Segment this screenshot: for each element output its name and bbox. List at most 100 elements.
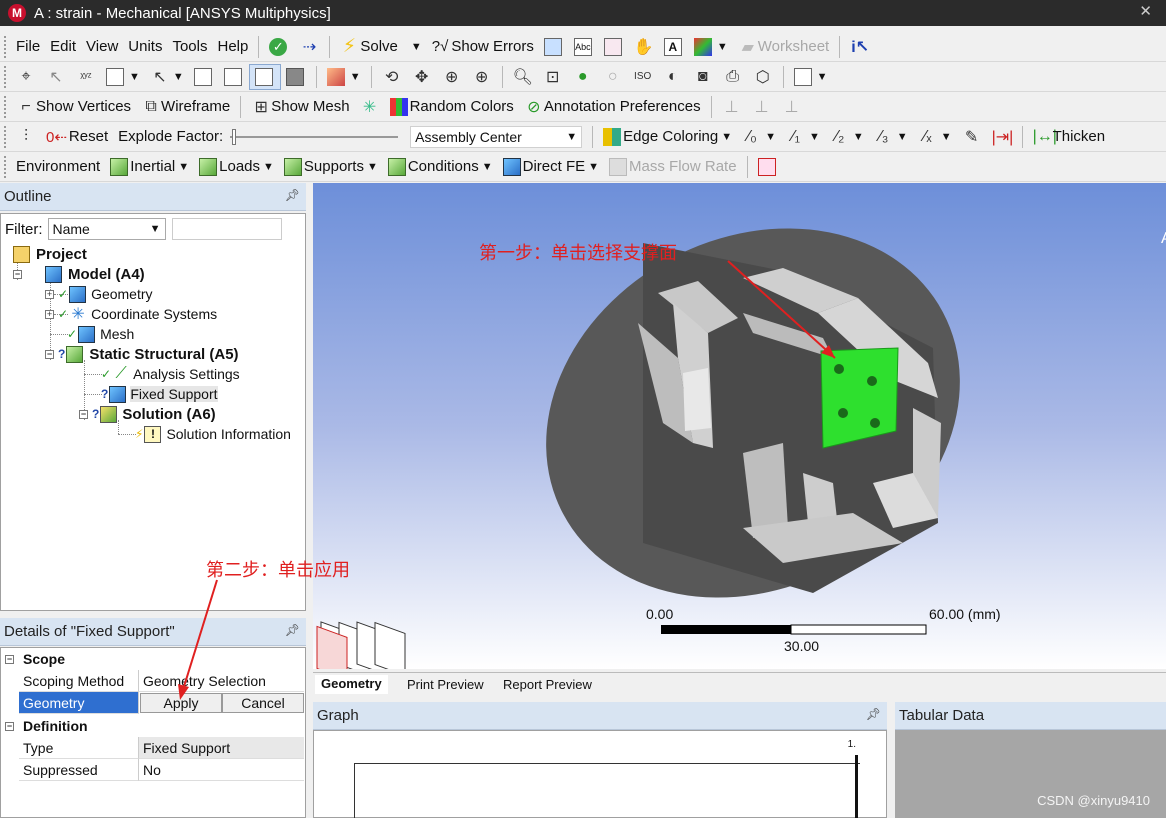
tree-item-mesh[interactable]: ✓ Mesh xyxy=(67,324,134,344)
tree-arrow-button[interactable]: ⇢ xyxy=(294,34,324,60)
hide-button[interactable]: ◐ xyxy=(658,64,688,90)
info-button[interactable]: i↖ xyxy=(845,34,875,60)
pin-button[interactable]: ✎ xyxy=(957,124,987,150)
axis-button-3[interactable]: ⊥ xyxy=(777,94,807,120)
menu-file[interactable]: File xyxy=(11,34,45,60)
reset-button[interactable]: 0⇠ Reset xyxy=(41,124,113,150)
zoom-button[interactable]: ⊕ xyxy=(437,64,467,90)
insert-table-button[interactable] xyxy=(539,34,569,60)
show-vertices-button[interactable]: ⌐ Show Vertices xyxy=(11,94,136,120)
axis-button-2[interactable]: ⊥ xyxy=(747,94,777,120)
spell-check-button[interactable]: Abc xyxy=(569,34,599,60)
extend-select-button[interactable]: ▼ xyxy=(322,64,366,90)
close-icon[interactable]: ✕ xyxy=(1139,2,1152,20)
viewport-button[interactable]: ▼ xyxy=(789,64,833,90)
edge-coloring-button[interactable]: Edge Coloring ▼ xyxy=(598,124,737,150)
tree-item-static-structural[interactable]: − ? Static Structural (A5) xyxy=(45,344,239,364)
details-section-definition[interactable]: − Definition xyxy=(1,715,307,737)
collapse-icon[interactable]: − xyxy=(5,721,14,731)
tab-print-preview[interactable]: Print Preview xyxy=(401,675,490,694)
select-mode-button[interactable]: ⌖ xyxy=(11,64,41,90)
collapse-icon[interactable]: − xyxy=(13,269,22,279)
edge-style-x-button[interactable]: ∕ₓ ▼ xyxy=(913,124,957,150)
chart-button[interactable] xyxy=(599,34,629,60)
explode-factor-slider[interactable] xyxy=(230,127,399,147)
zoom-fit-button[interactable]: 🔍︎ xyxy=(508,64,538,90)
random-colors-button[interactable]: Random Colors xyxy=(385,94,519,120)
face-filter-button[interactable] xyxy=(248,63,281,90)
tree-item-fixed-support[interactable]: ? Fixed Support xyxy=(101,384,218,404)
mass-flow-rate-button[interactable]: Mass Flow Rate xyxy=(604,154,742,180)
explode-button[interactable]: ⫶ xyxy=(11,124,41,150)
tree-item-solution-information[interactable]: ⚡ ! Solution Information xyxy=(135,424,291,444)
show-mesh-button[interactable]: ⊞ Show Mesh xyxy=(246,94,354,120)
menu-units[interactable]: Units xyxy=(123,34,167,60)
camera-button[interactable]: ◙ xyxy=(688,64,718,90)
edge-style-2-button[interactable]: ∕₂ ▼ xyxy=(825,124,869,150)
pin-icon[interactable]: 📌︎ xyxy=(866,707,881,721)
pin-icon[interactable]: 📌︎ xyxy=(285,623,300,637)
edge-style-0-button[interactable]: ∕₀ ▼ xyxy=(737,124,781,150)
tree-item-model[interactable]: − Model (A4) xyxy=(13,264,145,284)
conditions-menu[interactable]: Conditions ▼ xyxy=(383,154,498,180)
assembly-center-select[interactable]: Assembly Center ▼ xyxy=(410,125,583,148)
magnifier-button[interactable]: ● xyxy=(568,64,598,90)
loads-menu[interactable]: Loads ▼ xyxy=(194,154,279,180)
select-vertex-button[interactable]: ᵡʸᶻ xyxy=(71,64,101,90)
zoom-box-button[interactable]: ⊕ xyxy=(467,64,497,90)
details-row-scoping-method[interactable]: Scoping Method Geometry Selection xyxy=(1,670,307,692)
edge-style-1-button[interactable]: ∕₁ ▼ xyxy=(781,124,825,150)
edge-filter-button[interactable] xyxy=(219,64,249,90)
details-row-suppressed[interactable]: Suppressed No xyxy=(1,759,307,781)
print-button[interactable]: ⎙ xyxy=(718,64,748,90)
filter-select[interactable]: Name ▼ xyxy=(47,218,166,240)
edge-style-3-button[interactable]: ∕₃ ▼ xyxy=(869,124,913,150)
cancel-button[interactable]: Cancel xyxy=(222,693,304,713)
thin-button[interactable]: |⇥| xyxy=(987,124,1017,150)
expand-icon[interactable]: + xyxy=(45,289,54,299)
expand-icon[interactable]: + xyxy=(45,309,54,319)
tree-item-analysis-settings[interactable]: ✓ ⟋ Analysis Settings xyxy=(101,364,240,384)
pan-button[interactable]: ✥ xyxy=(407,64,437,90)
axis-button-1[interactable]: ⊥ xyxy=(717,94,747,120)
menu-help[interactable]: Help xyxy=(213,34,254,60)
collapse-icon[interactable]: − xyxy=(5,654,14,664)
collapse-icon[interactable]: − xyxy=(45,349,54,359)
solve-button[interactable]: ⚡ Solve xyxy=(335,34,403,60)
tab-geometry[interactable]: Geometry xyxy=(315,675,388,694)
details-section-scope[interactable]: − Scope xyxy=(1,648,307,670)
color-cube-button[interactable]: ▼ xyxy=(689,34,733,60)
model-3d-view[interactable]: A xyxy=(313,183,1166,669)
commands-button[interactable]: ✋ xyxy=(629,34,659,60)
select-point-button[interactable]: ↖ xyxy=(41,64,71,90)
random-colors-toggle-button[interactable]: ✳ xyxy=(355,94,385,120)
body-filter-button[interactable] xyxy=(281,64,311,90)
zoom-select-button[interactable]: ⊡ xyxy=(538,64,568,90)
tree-item-solution[interactable]: − ? Solution (A6) xyxy=(79,404,216,424)
iso-view-button[interactable]: ISO xyxy=(628,64,658,90)
worksheet-button[interactable]: ▰ Worksheet xyxy=(733,34,834,60)
box-select-button[interactable]: ▼ xyxy=(101,64,145,90)
text-button[interactable]: A xyxy=(659,34,689,60)
rotate-button[interactable]: ⟲ xyxy=(377,64,407,90)
tag-button[interactable]: ⬡ xyxy=(748,64,778,90)
inertial-menu[interactable]: Inertial ▼ xyxy=(105,154,194,180)
tab-report-preview[interactable]: Report Preview xyxy=(497,675,598,694)
vertex-filter-button[interactable] xyxy=(189,64,219,90)
graphics-viewport[interactable]: A 第一步：单击选择支撑面 0.00 60.00 (mm) 30.00 xyxy=(313,183,1166,669)
pointer-select-button[interactable]: ↖ ▼ xyxy=(145,64,189,90)
menu-view[interactable]: View xyxy=(81,34,123,60)
show-errors-button[interactable]: ?√ Show Errors xyxy=(427,34,539,60)
tree-item-project[interactable]: Project xyxy=(13,244,87,264)
filter-search-input[interactable] xyxy=(171,218,282,240)
check-button[interactable]: ✓ xyxy=(264,34,294,60)
thicken-button[interactable]: |↔| Thicken xyxy=(1028,124,1111,150)
tree-item-geometry[interactable]: + ✓ Geometry xyxy=(45,284,153,304)
menu-edit[interactable]: Edit xyxy=(45,34,81,60)
magnifier-off-button[interactable]: ○ xyxy=(598,64,628,90)
details-row-type[interactable]: Type Fixed Support xyxy=(1,737,307,759)
pin-icon[interactable]: 📌︎ xyxy=(285,188,300,202)
wireframe-button[interactable]: ⧉ Wireframe xyxy=(136,94,235,120)
menu-tools[interactable]: Tools xyxy=(167,34,212,60)
supports-menu[interactable]: Supports ▼ xyxy=(279,154,383,180)
